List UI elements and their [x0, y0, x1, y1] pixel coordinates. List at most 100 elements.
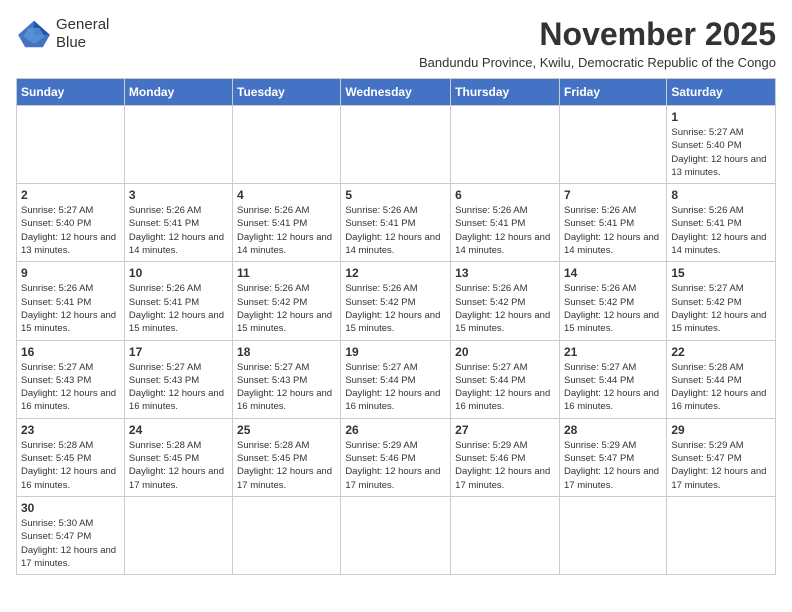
calendar-cell: 24Sunrise: 5:28 AM Sunset: 5:45 PM Dayli…: [124, 418, 232, 496]
calendar-cell: 23Sunrise: 5:28 AM Sunset: 5:45 PM Dayli…: [17, 418, 125, 496]
day-number: 14: [564, 266, 662, 280]
calendar-cell: 22 Sunrise: 5:28 AM Sunset: 5:44 PM Dayli…: [667, 340, 776, 418]
calendar-cell: 11Sunrise: 5:26 AM Sunset: 5:42 PM Dayli…: [233, 262, 341, 340]
day-info: Sunrise: 5:26 AM Sunset: 5:41 PM Dayligh…: [455, 204, 555, 257]
day-number: 29: [671, 423, 771, 437]
calendar-cell: 17 Sunrise: 5:27 AM Sunset: 5:43 PM Dayli…: [124, 340, 232, 418]
day-info: Sunrise: 5:27 AM Sunset: 5:40 PM Dayligh…: [21, 204, 120, 257]
day-info: Sunrise: 5:27 AM Sunset: 5:43 PM Dayligh…: [21, 361, 120, 414]
day-number: 17: [129, 345, 228, 359]
day-info: Sunrise: 5:26 AM Sunset: 5:41 PM Dayligh…: [237, 204, 336, 257]
calendar-cell: 25Sunrise: 5:28 AM Sunset: 5:45 PM Dayli…: [233, 418, 341, 496]
calendar-week-row: 1 Sunrise: 5:27 AM Sunset: 5:40 PM Daylig…: [17, 106, 776, 184]
day-number: 3: [129, 188, 228, 202]
calendar-cell: 29 Sunrise: 5:29 AM Sunset: 5:47 PM Dayli…: [667, 418, 776, 496]
day-info: Sunrise: 5:27 AM Sunset: 5:44 PM Dayligh…: [345, 361, 446, 414]
calendar-week-row: 30Sunrise: 5:30 AM Sunset: 5:47 PM Dayli…: [17, 496, 776, 574]
day-info: Sunrise: 5:29 AM Sunset: 5:47 PM Dayligh…: [564, 439, 662, 492]
calendar-cell: [124, 496, 232, 574]
calendar-cell: [667, 496, 776, 574]
calendar-cell: [341, 496, 451, 574]
calendar-cell: 13Sunrise: 5:26 AM Sunset: 5:42 PM Dayli…: [451, 262, 560, 340]
weekday-header: Thursday: [451, 79, 560, 106]
day-number: 11: [237, 266, 336, 280]
day-number: 21: [564, 345, 662, 359]
calendar-cell: 15Sunrise: 5:27 AM Sunset: 5:42 PM Dayli…: [667, 262, 776, 340]
calendar-cell: 6 Sunrise: 5:26 AM Sunset: 5:41 PM Daylig…: [451, 184, 560, 262]
day-number: 22: [671, 345, 771, 359]
calendar-cell: 8Sunrise: 5:26 AM Sunset: 5:41 PM Daylig…: [667, 184, 776, 262]
day-number: 7: [564, 188, 662, 202]
day-number: 24: [129, 423, 228, 437]
day-number: 5: [345, 188, 446, 202]
calendar-week-row: 9 Sunrise: 5:26 AM Sunset: 5:41 PM Daylig…: [17, 262, 776, 340]
weekday-header: Wednesday: [341, 79, 451, 106]
calendar-cell: 9 Sunrise: 5:26 AM Sunset: 5:41 PM Daylig…: [17, 262, 125, 340]
day-info: Sunrise: 5:29 AM Sunset: 5:46 PM Dayligh…: [345, 439, 446, 492]
calendar-cell: 28 Sunrise: 5:29 AM Sunset: 5:47 PM Dayli…: [559, 418, 666, 496]
calendar-cell: 3 Sunrise: 5:26 AM Sunset: 5:41 PM Daylig…: [124, 184, 232, 262]
calendar-cell: [341, 106, 451, 184]
calendar-cell: 5 Sunrise: 5:26 AM Sunset: 5:41 PM Daylig…: [341, 184, 451, 262]
day-info: Sunrise: 5:30 AM Sunset: 5:47 PM Dayligh…: [21, 517, 120, 570]
day-info: Sunrise: 5:26 AM Sunset: 5:41 PM Dayligh…: [21, 282, 120, 335]
calendar-cell: 7 Sunrise: 5:26 AM Sunset: 5:41 PM Daylig…: [559, 184, 666, 262]
weekday-header: Friday: [559, 79, 666, 106]
day-info: Sunrise: 5:28 AM Sunset: 5:44 PM Dayligh…: [671, 361, 771, 414]
day-info: Sunrise: 5:27 AM Sunset: 5:43 PM Dayligh…: [237, 361, 336, 414]
day-info: Sunrise: 5:28 AM Sunset: 5:45 PM Dayligh…: [237, 439, 336, 492]
calendar-cell: 14 Sunrise: 5:26 AM Sunset: 5:42 PM Dayli…: [559, 262, 666, 340]
day-info: Sunrise: 5:26 AM Sunset: 5:41 PM Dayligh…: [129, 282, 228, 335]
day-info: Sunrise: 5:29 AM Sunset: 5:46 PM Dayligh…: [455, 439, 555, 492]
day-number: 2: [21, 188, 120, 202]
calendar-cell: 30Sunrise: 5:30 AM Sunset: 5:47 PM Dayli…: [17, 496, 125, 574]
calendar-cell: [451, 496, 560, 574]
day-info: Sunrise: 5:27 AM Sunset: 5:40 PM Dayligh…: [671, 126, 771, 179]
day-info: Sunrise: 5:26 AM Sunset: 5:42 PM Dayligh…: [455, 282, 555, 335]
day-number: 8: [671, 188, 771, 202]
day-number: 28: [564, 423, 662, 437]
calendar-week-row: 2 Sunrise: 5:27 AM Sunset: 5:40 PM Daylig…: [17, 184, 776, 262]
logo: General Blue: [16, 16, 109, 52]
calendar-cell: 1 Sunrise: 5:27 AM Sunset: 5:40 PM Daylig…: [667, 106, 776, 184]
day-number: 27: [455, 423, 555, 437]
day-info: Sunrise: 5:27 AM Sunset: 5:44 PM Dayligh…: [564, 361, 662, 414]
subtitle: Bandundu Province, Kwilu, Democratic Rep…: [419, 55, 776, 70]
generalblue-logo-icon: [16, 19, 52, 49]
calendar-cell: [559, 496, 666, 574]
day-number: 1: [671, 110, 771, 124]
calendar-cell: 12Sunrise: 5:26 AM Sunset: 5:42 PM Dayli…: [341, 262, 451, 340]
calendar: SundayMondayTuesdayWednesdayThursdayFrid…: [16, 78, 776, 575]
day-info: Sunrise: 5:26 AM Sunset: 5:42 PM Dayligh…: [345, 282, 446, 335]
calendar-cell: [124, 106, 232, 184]
day-info: Sunrise: 5:26 AM Sunset: 5:41 PM Dayligh…: [564, 204, 662, 257]
calendar-cell: [559, 106, 666, 184]
day-number: 9: [21, 266, 120, 280]
day-info: Sunrise: 5:26 AM Sunset: 5:41 PM Dayligh…: [129, 204, 228, 257]
calendar-cell: 2 Sunrise: 5:27 AM Sunset: 5:40 PM Daylig…: [17, 184, 125, 262]
day-number: 16: [21, 345, 120, 359]
day-info: Sunrise: 5:27 AM Sunset: 5:43 PM Dayligh…: [129, 361, 228, 414]
calendar-cell: [233, 496, 341, 574]
day-info: Sunrise: 5:27 AM Sunset: 5:44 PM Dayligh…: [455, 361, 555, 414]
day-info: Sunrise: 5:29 AM Sunset: 5:47 PM Dayligh…: [671, 439, 771, 492]
day-number: 18: [237, 345, 336, 359]
day-number: 4: [237, 188, 336, 202]
day-info: Sunrise: 5:26 AM Sunset: 5:41 PM Dayligh…: [345, 204, 446, 257]
day-number: 20: [455, 345, 555, 359]
day-number: 10: [129, 266, 228, 280]
calendar-cell: 20 Sunrise: 5:27 AM Sunset: 5:44 PM Dayli…: [451, 340, 560, 418]
title-area: November 2025 Bandundu Province, Kwilu, …: [419, 16, 776, 70]
calendar-header-row: SundayMondayTuesdayWednesdayThursdayFrid…: [17, 79, 776, 106]
weekday-header: Saturday: [667, 79, 776, 106]
day-info: Sunrise: 5:28 AM Sunset: 5:45 PM Dayligh…: [21, 439, 120, 492]
weekday-header: Tuesday: [233, 79, 341, 106]
day-number: 15: [671, 266, 771, 280]
calendar-cell: 19Sunrise: 5:27 AM Sunset: 5:44 PM Dayli…: [341, 340, 451, 418]
calendar-cell: 27 Sunrise: 5:29 AM Sunset: 5:46 PM Dayli…: [451, 418, 560, 496]
day-info: Sunrise: 5:26 AM Sunset: 5:42 PM Dayligh…: [564, 282, 662, 335]
calendar-cell: 18 Sunrise: 5:27 AM Sunset: 5:43 PM Dayli…: [233, 340, 341, 418]
day-number: 6: [455, 188, 555, 202]
calendar-cell: 10 Sunrise: 5:26 AM Sunset: 5:41 PM Dayli…: [124, 262, 232, 340]
calendar-cell: 16 Sunrise: 5:27 AM Sunset: 5:43 PM Dayli…: [17, 340, 125, 418]
